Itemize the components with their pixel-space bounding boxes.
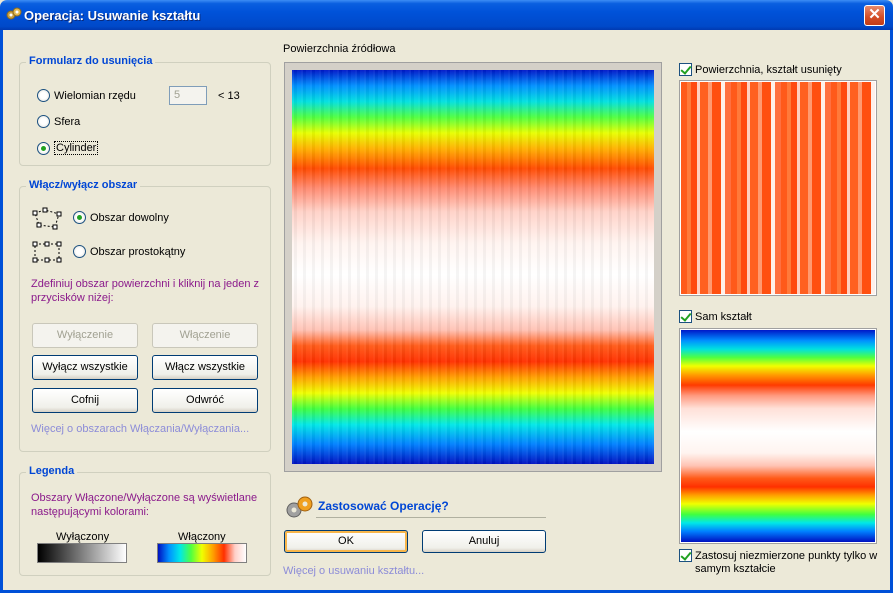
form-group-title: Formularz do usunięcia bbox=[26, 55, 156, 67]
legend-included-label: Włączony bbox=[178, 531, 226, 543]
region-help-link[interactable]: Więcej o obszarach Włączania/Wyłączania.… bbox=[31, 423, 249, 435]
title-bar[interactable]: Operacja: Usuwanie kształtu ✕ bbox=[0, 0, 893, 30]
radio-freeform-label: Obszar dowolny bbox=[90, 211, 169, 224]
radio-sphere-dot[interactable] bbox=[37, 115, 50, 128]
include-button[interactable]: Włączenie bbox=[152, 323, 258, 348]
shape-only-map[interactable] bbox=[681, 330, 875, 542]
legend-group-title: Legenda bbox=[26, 465, 78, 477]
radio-rectangle-dot[interactable] bbox=[73, 245, 86, 258]
exclude-all-button[interactable]: Wyłącz wszystkie bbox=[32, 355, 138, 380]
surface-removed-map[interactable] bbox=[681, 82, 875, 294]
rectangle-region-icon bbox=[32, 241, 62, 263]
shape-removal-help-link[interactable]: Więcej o usuwaniu kształtu... bbox=[283, 565, 424, 577]
radio-rectangle-label: Obszar prostokątny bbox=[90, 245, 186, 258]
shape-only-checkbox[interactable] bbox=[679, 310, 692, 323]
radio-polynomial-label: Wielomian rzędu bbox=[54, 89, 136, 102]
radio-polynomial[interactable]: Wielomian rzędu bbox=[37, 89, 136, 102]
window-title: Operacja: Usuwanie kształtu bbox=[24, 8, 201, 23]
surface-removed-checkbox[interactable] bbox=[679, 63, 692, 76]
undo-button[interactable]: Cofnij bbox=[32, 388, 138, 413]
radio-sphere-label: Sfera bbox=[54, 115, 81, 128]
radio-polynomial-dot[interactable] bbox=[37, 89, 50, 102]
radio-cylinder[interactable]: Cylinder bbox=[37, 141, 99, 155]
invert-button[interactable]: Odwróć bbox=[152, 388, 258, 413]
legend-included-bar bbox=[157, 543, 247, 563]
close-button[interactable]: ✕ bbox=[864, 5, 885, 26]
polynomial-order-input[interactable]: 5 bbox=[169, 86, 207, 105]
region-instructions: Zdefiniuj obszar powierzchni i kliknij n… bbox=[31, 278, 260, 304]
freeform-region-icon bbox=[32, 207, 62, 230]
radio-freeform-dot[interactable] bbox=[73, 211, 86, 224]
polynomial-limit-label: < 13 bbox=[218, 90, 240, 102]
apply-unmeasured-checkbox[interactable] bbox=[679, 549, 692, 562]
radio-rectangle-region[interactable]: Obszar prostokątny bbox=[73, 245, 185, 258]
apply-question: Zastosować Operację? bbox=[318, 499, 449, 513]
radio-sphere[interactable]: Sfera bbox=[37, 115, 80, 128]
region-group-title: Włącz/wyłącz obszar bbox=[26, 179, 141, 191]
source-surface-map[interactable] bbox=[292, 70, 654, 464]
legend-excluded-label: Wyłączony bbox=[56, 531, 110, 543]
exclude-button[interactable]: Wyłączenie bbox=[32, 323, 138, 348]
gears-icon bbox=[286, 496, 313, 518]
legend-excluded-bar bbox=[37, 543, 127, 563]
shape-only-label: Sam kształt bbox=[695, 311, 752, 323]
gears-icon bbox=[6, 7, 22, 20]
radio-cylinder-dot[interactable] bbox=[37, 141, 50, 155]
radio-cylinder-label: Cylinder bbox=[54, 141, 99, 155]
include-all-button[interactable]: Włącz wszystkie bbox=[152, 355, 258, 380]
surface-removed-label: Powierzchnia, kształt usunięty bbox=[695, 64, 842, 76]
source-surface-label: Powierzchnia źródłowa bbox=[283, 43, 396, 55]
ok-button[interactable]: OK bbox=[284, 530, 408, 553]
radio-freeform-region[interactable]: Obszar dowolny bbox=[73, 211, 169, 224]
legend-text: Obszary Włączone/Wyłączone są wyświetlan… bbox=[31, 492, 258, 518]
apply-divider bbox=[316, 517, 546, 518]
apply-unmeasured-label: Zastosuj niezmierzone punkty tylko w sam… bbox=[695, 550, 878, 575]
cancel-button[interactable]: Anuluj bbox=[422, 530, 546, 553]
